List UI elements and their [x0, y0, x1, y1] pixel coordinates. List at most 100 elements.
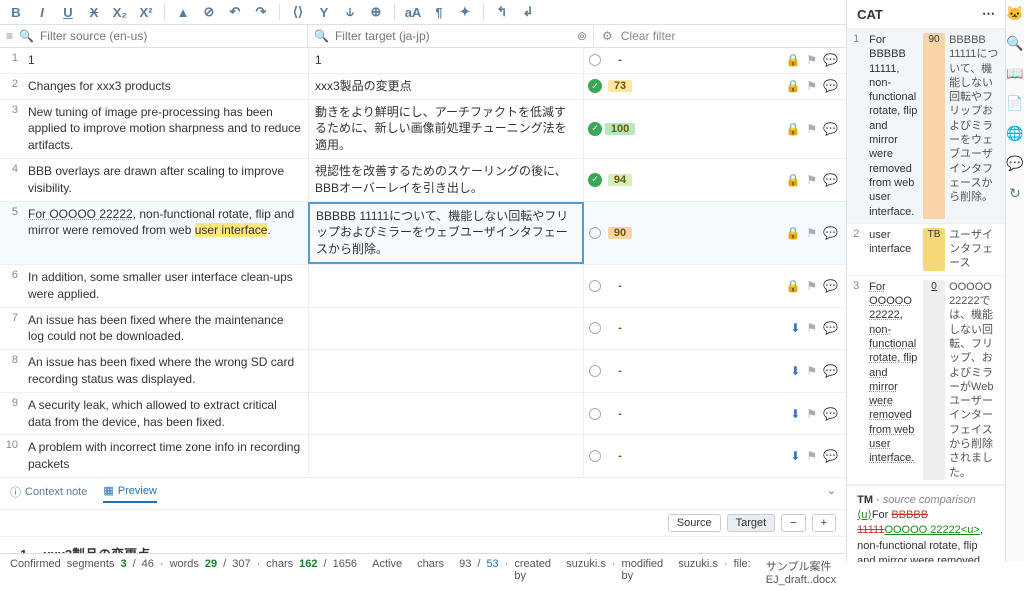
table-row[interactable]: 7 An issue has been fixed where the main… [0, 308, 846, 351]
cat-match-row[interactable]: 3 For OOOOO 22222, non-functional rotate… [847, 276, 1005, 485]
target-cell[interactable]: 1 [308, 48, 584, 73]
comment-icon[interactable]: 💬 [1006, 154, 1024, 172]
flag-icon[interactable]: ⚑ [806, 321, 817, 335]
flag-icon[interactable]: ⚑ [806, 226, 817, 240]
comment-icon[interactable]: 💬 [823, 407, 838, 421]
table-row[interactable]: 10 A problem with incorrect time zone in… [0, 435, 846, 478]
flag-icon[interactable]: ⚑ [806, 407, 817, 421]
lock-icon[interactable]: 🔒 [785, 122, 800, 136]
table-row[interactable]: 1 1 1 - 🔒⚑💬 [0, 48, 846, 74]
source-cell[interactable]: A security leak, which allowed to extrac… [22, 393, 308, 435]
source-cell[interactable]: An issue has been fixed where the wrong … [22, 350, 308, 392]
table-row[interactable]: 5 For OOOOO 22222, non-functional rotate… [0, 202, 846, 265]
target-cell[interactable] [308, 265, 584, 307]
undo-icon[interactable]: ↶ [227, 4, 243, 20]
table-row[interactable]: 4 BBB overlays are drawn after scaling t… [0, 159, 846, 202]
source-cell[interactable]: In addition, some smaller user interface… [22, 265, 308, 307]
underline-icon[interactable]: U [60, 4, 76, 20]
comment-icon[interactable]: 💬 [823, 279, 838, 293]
more-icon[interactable]: ⋯ [982, 6, 995, 22]
zoom-in-button[interactable]: + [812, 514, 836, 532]
filter-target-input[interactable] [335, 29, 571, 43]
comment-icon[interactable]: 💬 [823, 226, 838, 240]
table-row[interactable]: 2 Changes for xxx3 products xxx3製品の変更点 ✓… [0, 74, 846, 100]
nav-down-icon[interactable]: ↲ [520, 4, 536, 20]
search-icon[interactable]: 🔍 [1006, 34, 1024, 52]
target-button[interactable]: Target [727, 514, 776, 532]
tab-context-note[interactable]: ⓘContext note [10, 484, 87, 503]
download-icon[interactable]: ⬇ [790, 407, 800, 421]
sparkle-icon[interactable]: ✦ [457, 4, 473, 20]
lock-icon[interactable]: 🔒 [785, 173, 800, 187]
lock-icon[interactable]: 🔒 [785, 226, 800, 240]
clear-filter-button[interactable]: Clear filter [621, 29, 676, 43]
download-icon[interactable]: ⬇ [790, 364, 800, 378]
comment-icon[interactable]: 💬 [823, 364, 838, 378]
chevron-down-icon[interactable]: ⌄ [827, 484, 836, 503]
source-button[interactable]: Source [668, 514, 721, 532]
target-cell[interactable] [308, 350, 584, 392]
redo-icon[interactable]: ↷ [253, 4, 269, 20]
tab-preview[interactable]: ▦Preview [103, 484, 157, 503]
comment-icon[interactable]: 💬 [823, 79, 838, 93]
merge-icon[interactable]: ⫝ [342, 4, 358, 20]
doc-icon[interactable]: 📄 [1006, 94, 1024, 112]
lock-icon[interactable]: 🔒 [785, 53, 800, 67]
add-icon[interactable]: ⊕ [368, 4, 384, 20]
flag-icon[interactable]: ⚑ [806, 173, 817, 187]
comment-icon[interactable]: 💬 [823, 122, 838, 136]
source-cell[interactable]: Changes for xxx3 products [22, 74, 308, 99]
strike-icon[interactable]: X [86, 4, 102, 20]
source-cell[interactable]: A problem with incorrect time zone info … [22, 435, 308, 477]
cat-match-row[interactable]: 2 user interface TB ユーザインタフェース [847, 224, 1005, 276]
target-cell[interactable]: xxx3製品の変更点 [308, 74, 584, 99]
table-row[interactable]: 9 A security leak, which allowed to extr… [0, 393, 846, 436]
bold-icon[interactable]: B [8, 4, 24, 20]
refresh-icon[interactable]: ↻ [1006, 184, 1024, 202]
comment-icon[interactable]: 💬 [823, 173, 838, 187]
zoom-out-button[interactable]: − [781, 514, 805, 532]
lock-icon[interactable]: 🔒 [785, 79, 800, 93]
target-cell[interactable] [308, 435, 584, 477]
target-cell[interactable] [308, 393, 584, 435]
case-icon[interactable]: aA [405, 4, 421, 20]
comment-icon[interactable]: 💬 [823, 449, 838, 463]
pilcrow-icon[interactable]: ¶ [431, 4, 447, 20]
source-cell[interactable]: New tuning of image pre-processing has b… [22, 100, 308, 158]
highlight-icon[interactable]: ▲ [175, 4, 191, 20]
source-cell[interactable]: BBB overlays are drawn after scaling to … [22, 159, 308, 201]
superscript-icon[interactable]: X² [138, 4, 154, 20]
settings-icon[interactable]: ⚙ [602, 29, 613, 43]
flag-icon[interactable]: ⚑ [806, 53, 817, 67]
table-row[interactable]: 6 In addition, some smaller user interfa… [0, 265, 846, 308]
comment-icon[interactable]: 💬 [823, 53, 838, 67]
table-row[interactable]: 3 New tuning of image pre-processing has… [0, 100, 846, 159]
target-cell[interactable]: 動きをより鮮明にし、アーチファクトを低減するために、新しい画像前処理チューニング… [308, 100, 584, 158]
lock-icon[interactable]: 🔒 [785, 279, 800, 293]
download-icon[interactable]: ⬇ [790, 449, 800, 463]
cat-icon[interactable]: 🐱 [1006, 4, 1024, 22]
subscript-icon[interactable]: X₂ [112, 4, 128, 20]
target-cell[interactable] [308, 308, 584, 350]
source-cell[interactable]: For OOOOO 22222, non-functional rotate, … [22, 202, 308, 264]
flag-icon[interactable]: ⚑ [806, 79, 817, 93]
table-row[interactable]: 8 An issue has been fixed where the wron… [0, 350, 846, 393]
options-icon[interactable]: ⊚ [577, 29, 587, 43]
flag-icon[interactable]: ⚑ [806, 449, 817, 463]
filter-source-input[interactable] [40, 29, 301, 43]
book-icon[interactable]: 📖 [1006, 64, 1024, 82]
cat-match-row[interactable]: 1 For BBBBB 11111, non-functional rotate… [847, 29, 1005, 224]
flag-icon[interactable]: ⚑ [806, 364, 817, 378]
target-cell[interactable]: BBBBB 11111について、機能しない回転やフリップおよびミラーをウェブユー… [308, 202, 584, 264]
clear-format-icon[interactable]: ⊘ [201, 4, 217, 20]
source-cell[interactable]: An issue has been fixed where the mainte… [22, 308, 308, 350]
flag-icon[interactable]: ⚑ [806, 279, 817, 293]
filter-icon[interactable]: ≡ [6, 29, 13, 43]
comment-icon[interactable]: 💬 [823, 321, 838, 335]
source-cell[interactable]: 1 [22, 48, 308, 73]
download-icon[interactable]: ⬇ [790, 321, 800, 335]
target-cell[interactable]: 視認性を改善するためのスケーリングの後に、BBBオーバーレイを引き出し。 [308, 159, 584, 201]
branch-icon[interactable]: Y [316, 4, 332, 20]
flag-icon[interactable]: ⚑ [806, 122, 817, 136]
nav-up-icon[interactable]: ↰ [494, 4, 510, 20]
